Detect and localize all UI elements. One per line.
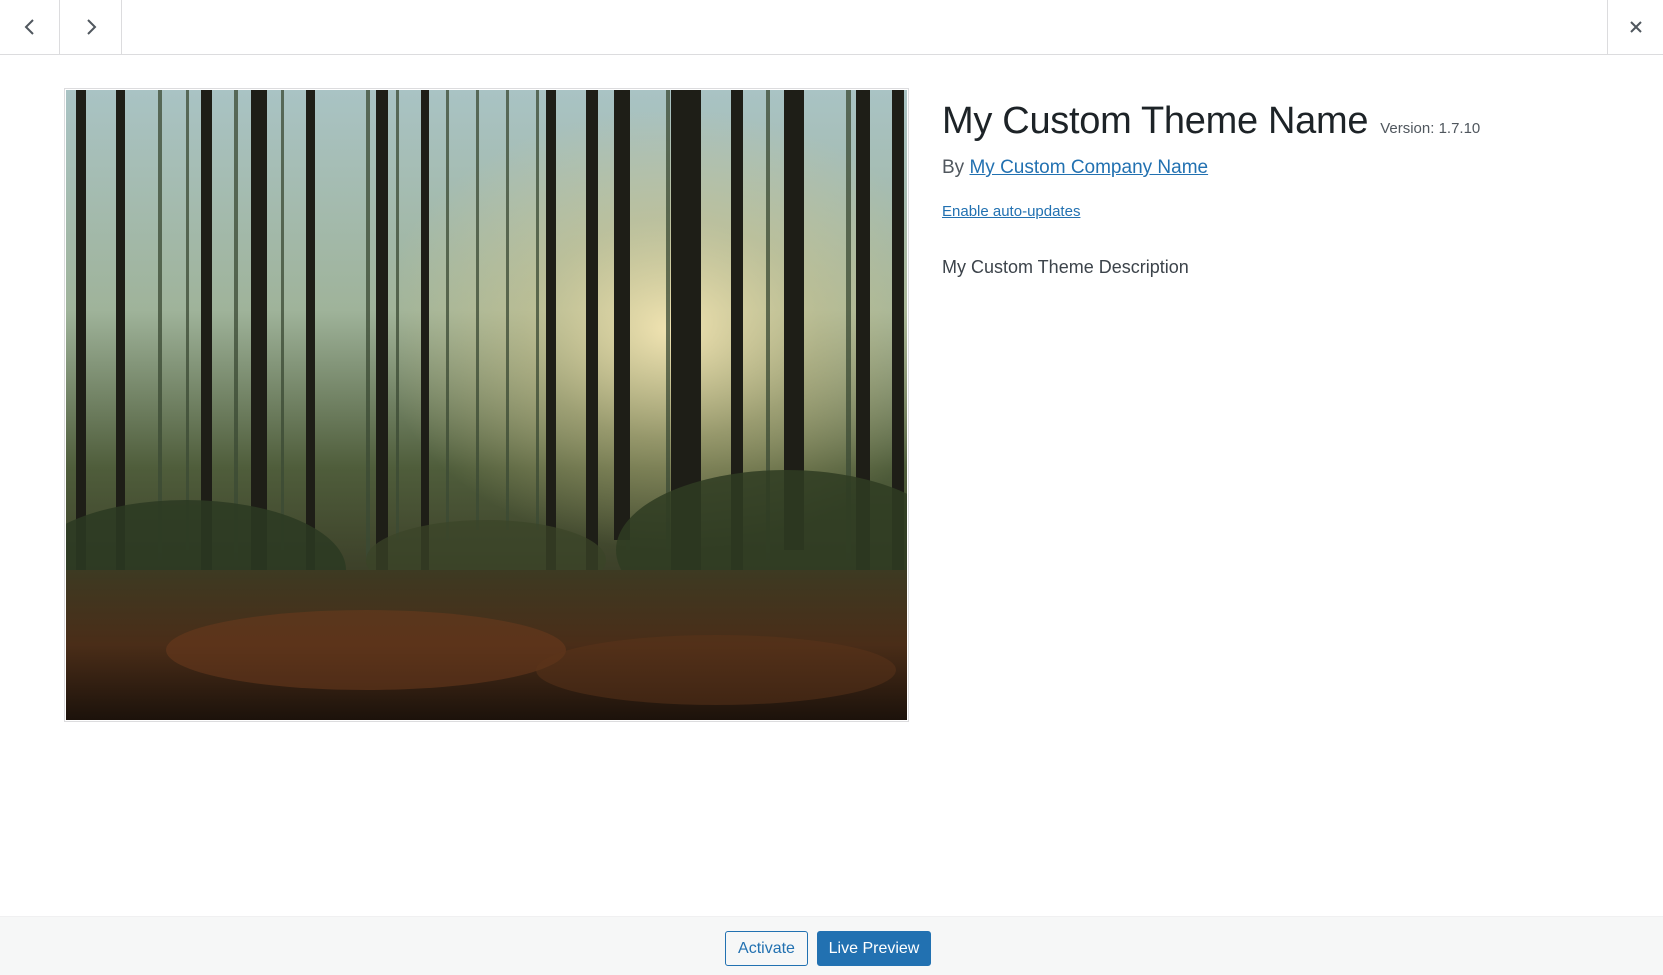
activate-button[interactable]: Activate: [725, 931, 808, 966]
close-button[interactable]: [1607, 0, 1663, 54]
theme-description: My Custom Theme Description: [942, 257, 1189, 277]
forest-screenshot-image: [66, 90, 907, 720]
previous-theme-button[interactable]: [0, 0, 60, 54]
live-preview-button[interactable]: Live Preview: [817, 931, 931, 966]
chevron-right-icon: [86, 19, 96, 35]
theme-actions-footer: Activate Live Preview: [0, 916, 1663, 975]
enable-auto-updates-link[interactable]: Enable auto-updates: [942, 203, 1080, 220]
theme-version: Version: 1.7.10: [1380, 120, 1481, 137]
chevron-left-icon: [24, 19, 34, 35]
close-icon: [1629, 21, 1642, 33]
next-theme-button[interactable]: [60, 0, 122, 54]
theme-details-modal: My Custom Theme Name Version: 1.7.10 By …: [0, 0, 1663, 975]
theme-screenshot: [64, 88, 909, 722]
theme-info: My Custom Theme Name Version: 1.7.10 By …: [942, 100, 1622, 278]
author-link[interactable]: My Custom Company Name: [969, 157, 1208, 178]
author-prefix: By: [942, 157, 965, 178]
modal-header: [0, 0, 1663, 55]
theme-author: By My Custom Company Name: [942, 157, 1622, 179]
theme-name: My Custom Theme Name: [942, 100, 1369, 142]
theme-title-row: My Custom Theme Name Version: 1.7.10: [942, 100, 1622, 143]
